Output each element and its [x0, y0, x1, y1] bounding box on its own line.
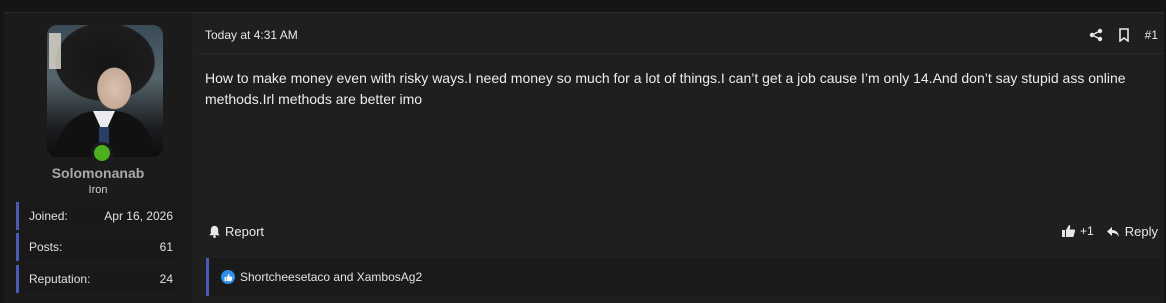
message-arrow [192, 35, 200, 51]
stat-label: Reputation: [29, 272, 91, 286]
stat-value: 24 [159, 272, 173, 286]
share-icon[interactable] [1089, 28, 1103, 42]
header-divider [198, 53, 1164, 54]
user-info-panel: Solomonanab Iron Joined: Apr 16, 2026 Po… [4, 13, 192, 303]
stat-posts: Posts: 61 [16, 233, 183, 261]
stat-value: 61 [159, 240, 173, 254]
reply-icon [1106, 225, 1120, 239]
like-count: +1 [1080, 224, 1094, 238]
report-button[interactable]: Report [208, 224, 264, 239]
bell-icon [208, 225, 222, 239]
avatar[interactable] [47, 25, 163, 157]
bookmark-icon[interactable] [1117, 28, 1131, 43]
stat-label: Joined: [29, 209, 68, 223]
stat-label: Posts: [29, 240, 63, 254]
like-icon [221, 270, 235, 284]
stat-joined: Joined: Apr 16, 2026 [16, 202, 183, 230]
reply-label: Reply [1124, 224, 1158, 239]
avatar-sign-detail [49, 33, 61, 69]
reactions-users[interactable]: Shortcheesetaco and XambosAg2 [240, 270, 422, 284]
thumbs-up-icon [1061, 224, 1076, 238]
online-status-icon [91, 142, 113, 164]
post-container: Solomonanab Iron Joined: Apr 16, 2026 Po… [4, 12, 1164, 303]
username[interactable]: Solomonanab [4, 165, 192, 181]
reply-button[interactable]: Reply [1106, 224, 1158, 239]
user-rank: Iron [88, 184, 108, 196]
reactions-bar[interactable]: Shortcheesetaco and XambosAg2 [206, 258, 1160, 296]
stat-value: Apr 16, 2026 [104, 209, 173, 223]
post-body: How to make money even with risky ways.I… [205, 70, 1126, 107]
post-timestamp[interactable]: Today at 4:31 AM [205, 28, 298, 42]
like-button[interactable]: +1 [1061, 224, 1094, 238]
stat-reputation: Reputation: 24 [16, 265, 183, 293]
post-header-actions: #1 [1089, 25, 1158, 45]
post-number[interactable]: #1 [1145, 28, 1158, 42]
report-label: Report [225, 224, 265, 239]
